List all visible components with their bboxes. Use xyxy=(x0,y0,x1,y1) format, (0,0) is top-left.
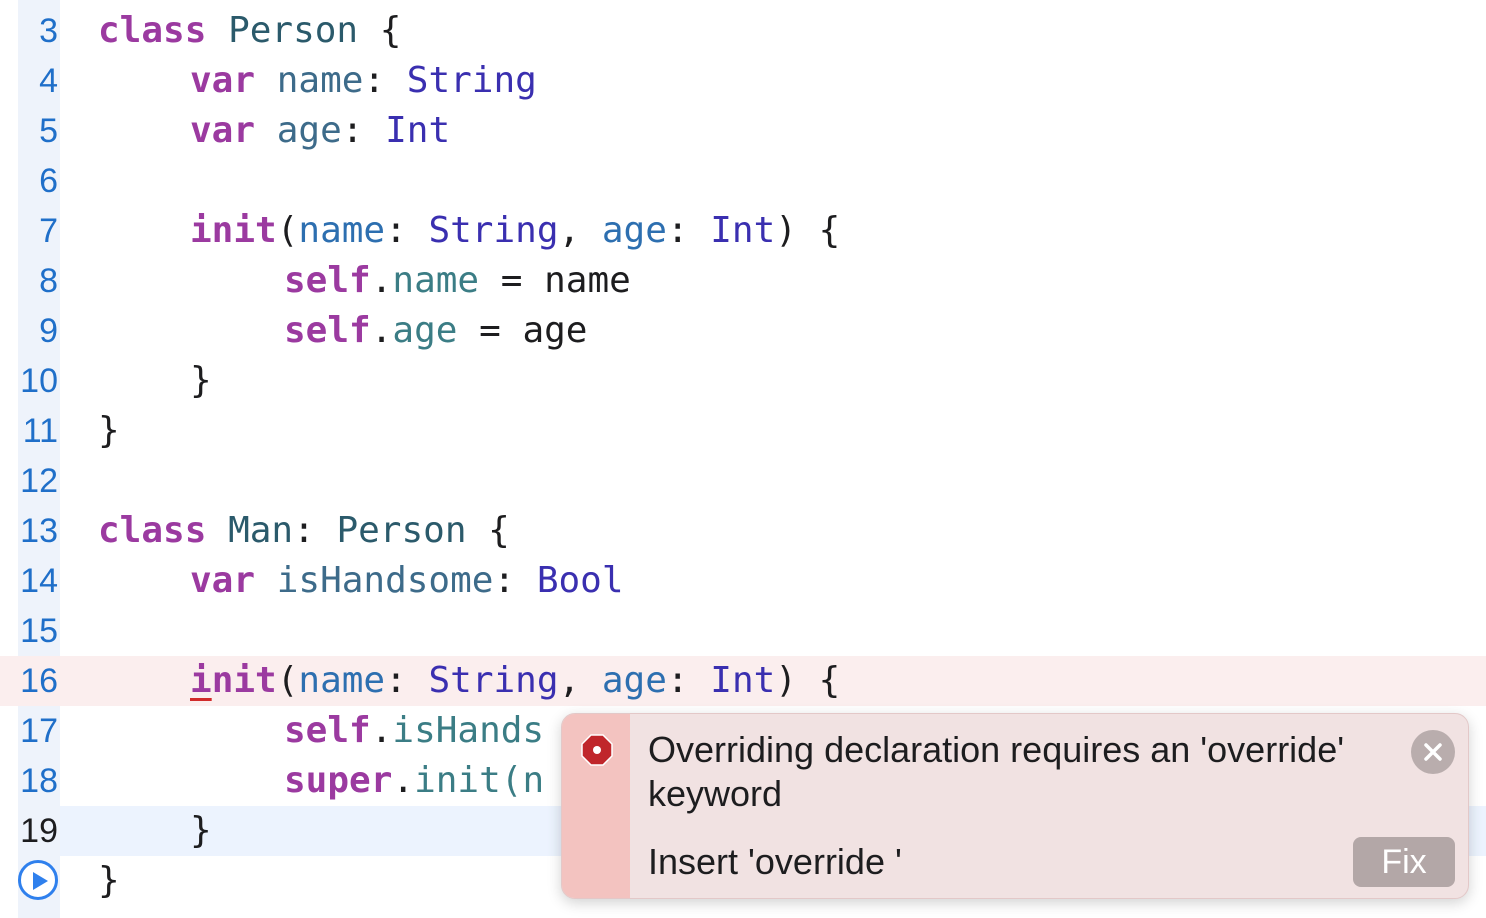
code-text: : xyxy=(293,510,337,551)
code-line-5: var age: Int xyxy=(190,106,450,156)
code-line-4: var name: String xyxy=(190,56,537,106)
code-line-11: } xyxy=(98,410,120,451)
type-name: Bool xyxy=(536,560,624,601)
code-text: = age xyxy=(457,310,588,351)
keyword: self xyxy=(284,310,371,351)
line-number: 12 xyxy=(20,462,58,500)
type-name: Int xyxy=(710,210,776,251)
code-text: . xyxy=(370,710,393,751)
keyword: self xyxy=(284,260,371,301)
keyword: var xyxy=(190,60,256,101)
code-text: = name xyxy=(479,260,631,301)
line-number: 13 xyxy=(20,512,58,550)
property-name: age xyxy=(276,110,342,151)
code-text: . xyxy=(370,310,393,351)
issue-message: Overriding declaration requires an 'over… xyxy=(648,729,1345,814)
type-name: String xyxy=(428,660,559,701)
param-name: age xyxy=(601,210,667,251)
property-name: isHandsome xyxy=(276,560,494,601)
issue-side-bar xyxy=(562,714,630,898)
keyword: init xyxy=(190,210,277,251)
code-text: , xyxy=(558,210,602,251)
line-number: 9 xyxy=(39,312,58,350)
class-name: Man xyxy=(228,510,294,551)
property-name: name xyxy=(276,60,364,101)
keyword: class xyxy=(98,510,207,551)
code-text: { xyxy=(358,10,402,51)
close-icon xyxy=(1424,743,1442,761)
superclass-name: Person xyxy=(336,510,467,551)
line-number: 3 xyxy=(39,12,58,50)
line-number-current: 19 xyxy=(20,812,58,850)
property-ref: name xyxy=(392,260,480,301)
param-name: age xyxy=(601,660,667,701)
code-text: (n xyxy=(500,760,545,801)
code-line-13: class Man: Person { xyxy=(98,506,510,556)
method-ref: init xyxy=(414,760,501,801)
keyword: nit xyxy=(211,660,277,701)
code-text: : xyxy=(385,210,429,251)
code-text: ) { xyxy=(775,210,841,251)
type-name: String xyxy=(406,60,537,101)
code-text: : xyxy=(341,110,386,151)
run-icon xyxy=(33,872,48,890)
type-name: String xyxy=(428,210,559,251)
line-number: 5 xyxy=(39,112,58,150)
error-icon xyxy=(581,734,613,766)
code-line-16: init(name: String, age: Int) { xyxy=(190,660,841,701)
code-text: . xyxy=(370,260,393,301)
code-line-19: } xyxy=(190,810,212,851)
line-number: 4 xyxy=(39,62,58,100)
fix-description[interactable]: Insert 'override ' xyxy=(648,840,902,884)
property-ref: age xyxy=(392,310,458,351)
line-number: 6 xyxy=(39,162,58,200)
line-number: 15 xyxy=(20,612,58,650)
code-text: { xyxy=(466,510,510,551)
property-ref: isHands xyxy=(392,710,545,751)
line-number: 8 xyxy=(39,262,58,300)
line-number: 7 xyxy=(39,212,58,250)
code-text: : xyxy=(666,660,711,701)
code-line-3: class Person { xyxy=(98,6,401,56)
code-text: , xyxy=(558,660,602,701)
code-text: : xyxy=(493,560,537,601)
type-name: Int xyxy=(710,660,776,701)
code-line-7: init(name: String, age: Int) { xyxy=(190,210,841,251)
code-line-10: } xyxy=(190,360,212,401)
keyword: var xyxy=(190,110,256,151)
code-text: : xyxy=(385,660,429,701)
code-text: : xyxy=(666,210,711,251)
line-number: 17 xyxy=(20,712,58,750)
param-name: name xyxy=(298,210,386,251)
line-number: 11 xyxy=(22,412,58,450)
issue-popover: Overriding declaration requires an 'over… xyxy=(561,713,1469,899)
line-number: 16 xyxy=(20,662,58,700)
code-text: ) { xyxy=(775,660,841,701)
fix-button[interactable]: Fix xyxy=(1353,837,1455,887)
run-button[interactable] xyxy=(18,860,58,900)
code-line-18: super.init(n xyxy=(284,756,544,806)
keyword: class xyxy=(98,10,207,51)
keyword: super xyxy=(284,760,393,801)
code-line-14: var isHandsome: Bool xyxy=(190,556,624,606)
code-line-17: self.isHands xyxy=(284,706,544,756)
keyword: self xyxy=(284,710,371,751)
type-name: Int xyxy=(385,110,451,151)
code-text: : xyxy=(363,60,407,101)
code-text: . xyxy=(392,760,415,801)
line-number: 18 xyxy=(20,762,58,800)
close-button[interactable] xyxy=(1411,730,1455,774)
line-number: 10 xyxy=(20,362,58,400)
code-line-9: self.age = age xyxy=(284,306,587,356)
line-number: 14 xyxy=(20,562,58,600)
keyword: var xyxy=(190,560,256,601)
code-line-8: self.name = name xyxy=(284,256,631,306)
code-line-20: } xyxy=(98,860,120,901)
class-name: Person xyxy=(228,10,359,51)
param-name: name xyxy=(298,660,386,701)
error-squiggle[interactable]: i xyxy=(190,660,212,701)
